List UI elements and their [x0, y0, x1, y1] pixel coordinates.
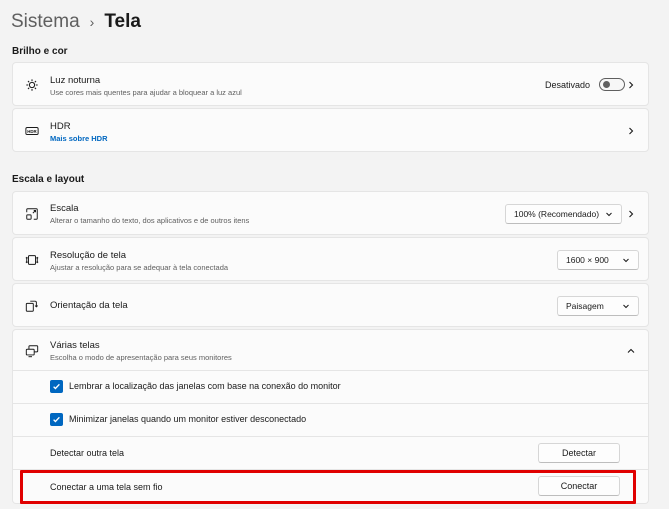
scale-value: 100% (Recomendado) — [514, 209, 600, 219]
resolution-title: Resolução de tela — [50, 250, 127, 261]
scale-icon — [24, 206, 40, 222]
resolution-value: 1600 × 900 — [566, 255, 609, 265]
resolution-subtitle: Ajustar a resolução para se adequar à te… — [50, 263, 229, 272]
minimize-windows-label: Minimizar janelas quando um monitor esti… — [69, 414, 307, 424]
multiple-displays-icon — [24, 343, 40, 359]
resolution-dropdown[interactable]: 1600 × 900 — [557, 250, 639, 270]
breadcrumb-sistema[interactable]: Sistema — [11, 11, 80, 33]
hdr-more-link[interactable]: Mais sobre HDR — [50, 134, 108, 143]
resolution-card: Resolução de tela Ajustar a resolução pa… — [12, 237, 649, 281]
night-light-title: Luz noturna — [50, 75, 101, 86]
night-light-toggle-group: Desativado — [545, 78, 626, 91]
multiple-displays-subtitle: Escolha o modo de apresentação para seus… — [50, 353, 232, 362]
orientation-value: Paisagem — [566, 301, 604, 311]
chevron-right-icon[interactable] — [626, 126, 636, 136]
scale-dropdown[interactable]: 100% (Recomendado) — [505, 204, 622, 224]
orientation-card: Orientação da tela Paisagem — [12, 283, 649, 327]
svg-text:HDR: HDR — [27, 129, 37, 134]
chevron-up-icon[interactable] — [626, 346, 636, 356]
chevron-right-icon[interactable] — [626, 209, 636, 219]
remember-windows-label: Lembrar a localização das janelas com ba… — [69, 381, 341, 391]
hdr-card[interactable]: HDR HDR Mais sobre HDR — [12, 108, 649, 152]
scale-title: Escala — [50, 203, 79, 214]
night-light-toggle[interactable] — [599, 78, 626, 91]
multiple-displays-header[interactable]: Várias telas Escolha o modo de apresenta… — [12, 329, 649, 371]
night-light-card[interactable]: Luz noturna Use cores mais quentes para … — [12, 62, 649, 106]
detect-button[interactable]: Detectar — [538, 443, 620, 463]
section-brightness-color: Brilho e cor — [12, 46, 68, 57]
hdr-title: HDR — [50, 121, 71, 132]
section-scale-layout: Escala e layout — [12, 174, 85, 185]
remember-windows-row: Lembrar a localização das janelas com ba… — [12, 371, 649, 404]
chevron-down-icon — [622, 256, 630, 264]
detect-display-row: Detectar outra tela Detectar — [12, 437, 649, 470]
scale-card: Escala Alterar o tamanho do texto, dos a… — [12, 191, 649, 235]
chevron-right-icon[interactable] — [626, 80, 636, 90]
orientation-dropdown[interactable]: Paisagem — [557, 296, 639, 316]
brightness-icon — [24, 77, 40, 93]
night-light-subtitle: Use cores mais quentes para ajudar a blo… — [50, 88, 242, 97]
chevron-down-icon — [622, 302, 630, 310]
hdr-icon: HDR — [24, 123, 40, 139]
page-title: Tela — [104, 11, 141, 32]
orientation-icon — [24, 298, 40, 314]
remember-windows-checkbox[interactable] — [50, 380, 63, 393]
night-light-state: Desativado — [545, 79, 591, 90]
multiple-displays-title: Várias telas — [50, 340, 100, 351]
minimize-windows-checkbox[interactable] — [50, 413, 63, 426]
highlight-box — [20, 470, 636, 504]
breadcrumb-separator: › — [89, 14, 95, 30]
resolution-icon — [24, 252, 40, 268]
breadcrumb: Sistema › Tela — [11, 8, 141, 36]
minimize-windows-row: Minimizar janelas quando um monitor esti… — [12, 404, 649, 437]
orientation-title: Orientação da tela — [50, 300, 128, 311]
chevron-down-icon — [605, 210, 613, 218]
scale-subtitle: Alterar o tamanho do texto, dos aplicati… — [50, 216, 250, 225]
detect-display-label: Detectar outra tela — [50, 448, 125, 458]
